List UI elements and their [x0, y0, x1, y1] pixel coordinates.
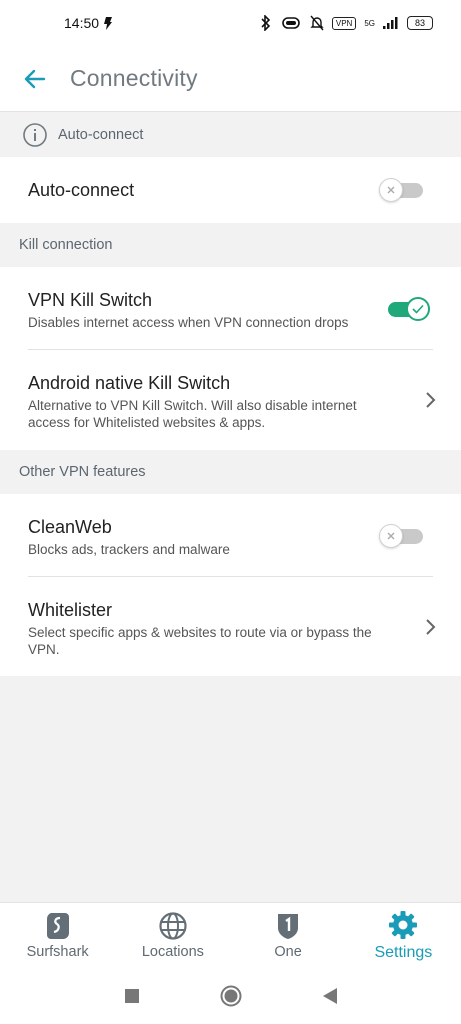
section-label: Other VPN features [19, 464, 146, 480]
section-label: Kill connection [19, 237, 113, 253]
nav-label: One [274, 943, 302, 960]
auto-connect-card: Auto-connect [0, 157, 461, 223]
kill-connection-card: VPN Kill Switch Disables internet access… [0, 267, 461, 450]
nav-label: Surfshark [26, 943, 89, 960]
gear-icon [389, 910, 418, 939]
nav-item-one[interactable]: One [231, 903, 346, 968]
network-label: 5G [364, 18, 375, 28]
other-features-card: CleanWeb Blocks ads, trackers and malwar… [0, 494, 461, 676]
status-time: 14:50 [64, 15, 100, 31]
check-icon [412, 304, 424, 314]
whitelister-subtitle: Select specific apps & websites to route… [28, 625, 372, 657]
one-shield-icon [278, 913, 299, 939]
nav-label: Locations [141, 943, 204, 960]
status-bar: 14:50 VPN 5G 83 [0, 0, 461, 46]
app-bar: Connectivity [0, 46, 461, 112]
nav-item-locations[interactable]: Locations [115, 903, 230, 968]
surfshark-logo-icon [46, 912, 69, 939]
surfshark-notification-icon [104, 16, 113, 30]
whitelister-row[interactable]: Whitelister Select specific apps & websi… [0, 577, 461, 676]
android-kill-switch-subtitle: Alternative to VPN Kill Switch. Will als… [28, 398, 357, 430]
home-circle-icon[interactable] [220, 985, 242, 1007]
chevron-right-icon [426, 619, 436, 635]
page-title: Connectivity [70, 65, 198, 91]
vpn-badge: VPN [331, 16, 357, 30]
android-kill-switch-row[interactable]: Android native Kill Switch Alternative t… [0, 350, 461, 450]
auto-connect-row[interactable]: Auto-connect [0, 157, 461, 223]
arrow-left-icon [24, 69, 46, 88]
android-kill-switch-title: Android native Kill Switch [28, 373, 231, 393]
bottom-nav: Surfshark Locations One Settings [0, 902, 461, 968]
back-button[interactable] [0, 46, 70, 112]
vibrate-icon [282, 17, 300, 29]
section-label: Auto-connect [58, 127, 144, 143]
vpn-kill-switch-title: VPN Kill Switch [28, 290, 153, 310]
vpn-kill-switch-row[interactable]: VPN Kill Switch Disables internet access… [0, 267, 461, 349]
globe-icon [159, 911, 187, 940]
recents-square-icon[interactable] [124, 988, 140, 1004]
mute-icon [310, 15, 324, 31]
auto-connect-toggle[interactable] [379, 176, 425, 204]
section-header-kill-connection: Kill connection [0, 223, 461, 267]
vpn-kill-switch-subtitle: Disables internet access when VPN connec… [28, 315, 349, 330]
cleanweb-toggle[interactable] [379, 522, 425, 550]
signal-icon [383, 17, 398, 29]
x-icon [387, 186, 395, 194]
system-nav-bar [0, 968, 461, 1024]
cleanweb-subtitle: Blocks ads, trackers and malware [28, 542, 230, 557]
chevron-right-icon [426, 392, 436, 408]
info-icon[interactable] [22, 122, 48, 148]
nav-item-surfshark[interactable]: Surfshark [0, 903, 115, 968]
auto-connect-title: Auto-connect [28, 180, 135, 200]
x-icon [387, 532, 395, 540]
nav-item-settings[interactable]: Settings [346, 903, 461, 968]
whitelister-title: Whitelister [28, 600, 113, 620]
section-header-auto-connect: Auto-connect [0, 113, 461, 157]
vpn-kill-switch-toggle[interactable] [384, 295, 430, 323]
battery-indicator: 83 [407, 16, 433, 30]
cleanweb-row[interactable]: CleanWeb Blocks ads, trackers and malwar… [0, 494, 461, 576]
nav-label: Settings [374, 943, 433, 961]
section-header-other-features: Other VPN features [0, 450, 461, 494]
back-triangle-icon[interactable] [322, 987, 338, 1005]
cleanweb-title: CleanWeb [28, 517, 112, 537]
bluetooth-icon [261, 15, 271, 31]
